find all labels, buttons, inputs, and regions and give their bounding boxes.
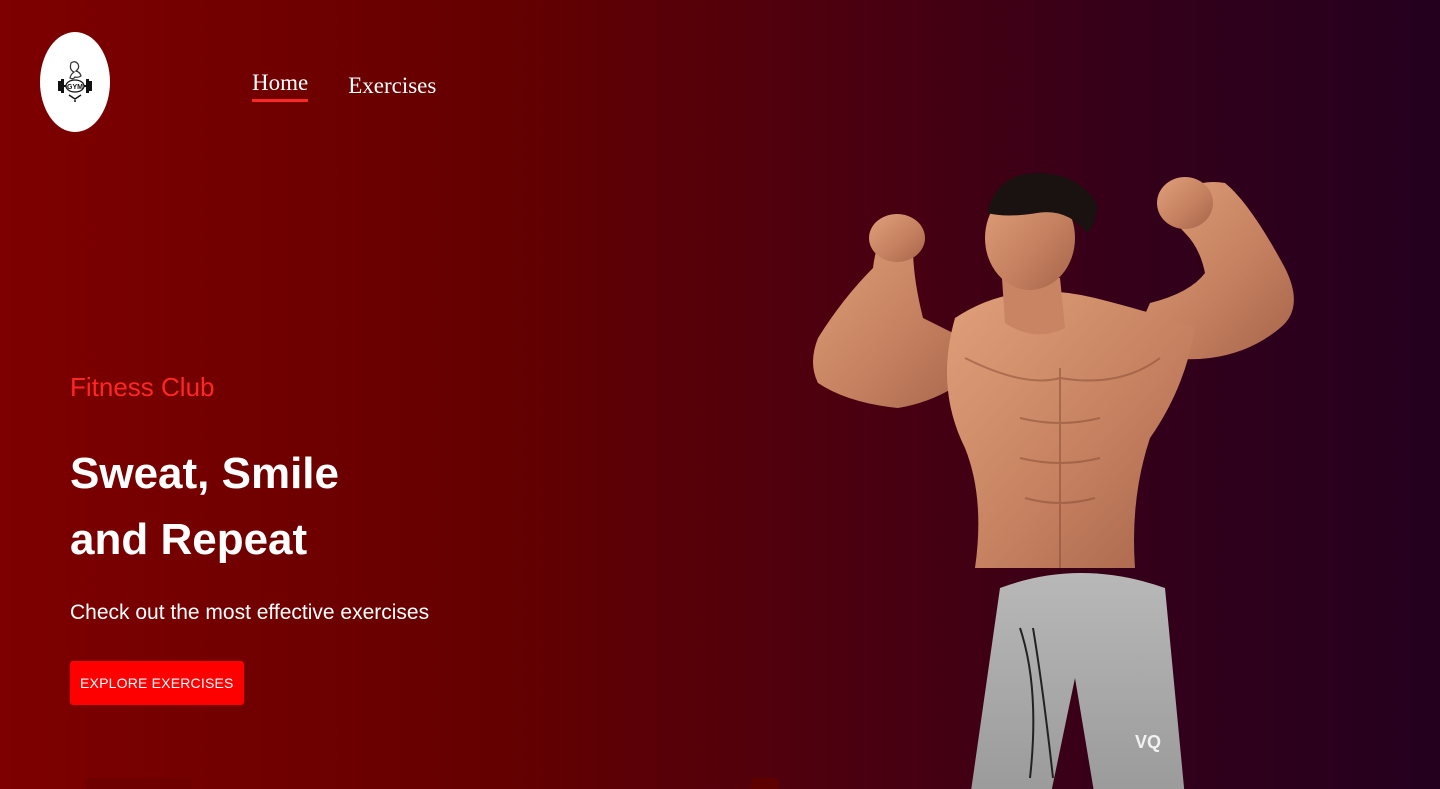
hero-headline: Sweat, Smile and Repeat: [70, 441, 670, 573]
pants-brand-mark: VQ: [1135, 732, 1161, 752]
nav-exercises-link[interactable]: Exercises: [348, 73, 436, 102]
bodybuilder-flexing-image: VQ: [813, 173, 1294, 789]
explore-exercises-button[interactable]: Explore Exercises: [70, 661, 244, 705]
gym-logo[interactable]: GYM: [40, 32, 110, 132]
main-nav: Home Exercises: [252, 70, 436, 102]
hero-headline-line-1: Sweat, Smile: [70, 449, 340, 498]
nav-home-link[interactable]: Home: [252, 70, 309, 102]
hero-eyebrow: Fitness Club: [70, 372, 215, 402]
partial-element: [751, 778, 779, 789]
hero-subtitle: Check out the most effective exercises: [70, 601, 430, 624]
gym-dumbbell-logo-icon: GYM: [58, 61, 92, 102]
hero-section: Fitness Club Sweat, Smile and Repeat Che…: [70, 372, 670, 705]
partial-element: [86, 778, 192, 789]
hero-headline-line-2: and Repeat: [70, 515, 308, 564]
logo-text: GYM: [67, 84, 83, 91]
